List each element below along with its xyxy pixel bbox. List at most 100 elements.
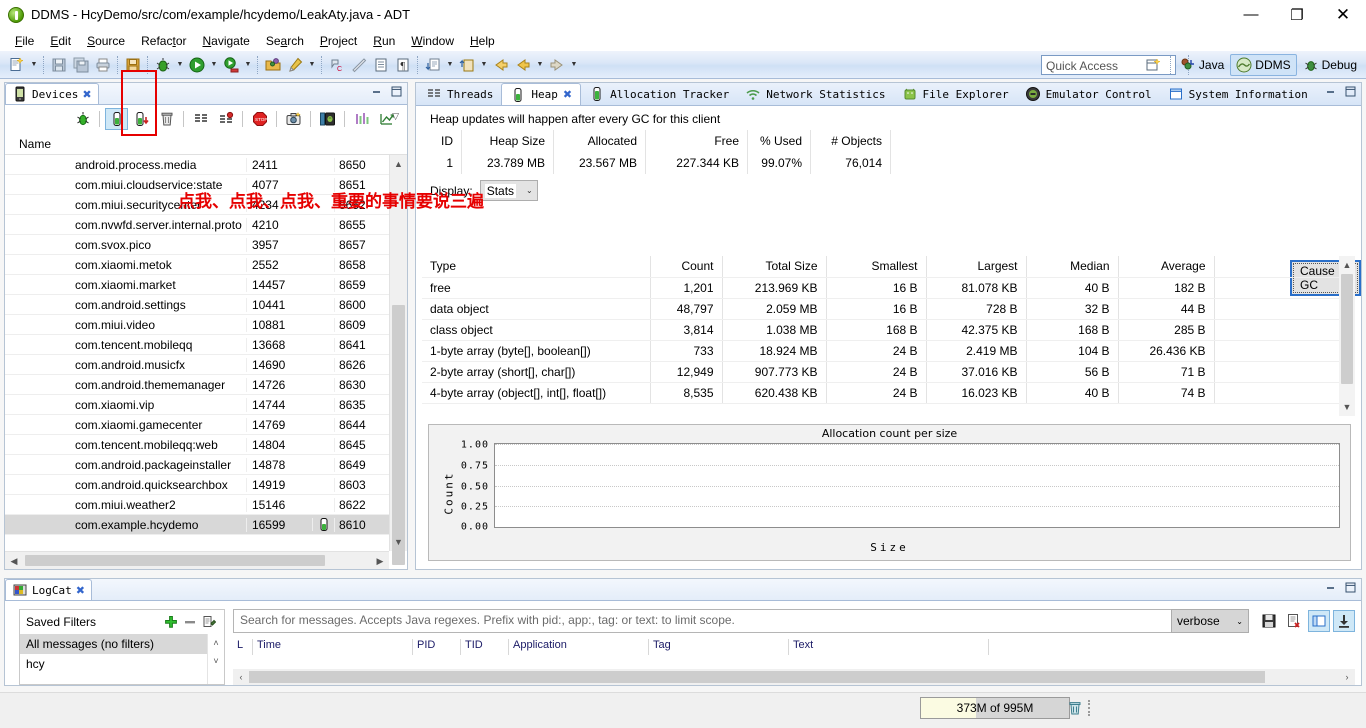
scroll-up-arrow-icon[interactable]: ˄ [208,634,224,652]
pencil-icon[interactable] [284,54,306,76]
dump-view-hierarchy-icon[interactable] [316,108,339,130]
tab-logcat[interactable]: LogCat ✖ [5,579,92,600]
toggle-comment-icon[interactable]: C [326,54,348,76]
run-external-tools-icon[interactable] [220,54,242,76]
tab-heap[interactable]: Heap ✖ [501,83,582,105]
display-view-icon[interactable] [1308,610,1330,632]
list-item[interactable]: All messages (no filters) [20,634,224,654]
save-icon[interactable] [48,54,70,76]
scrollbar-thumb[interactable] [25,555,325,566]
table-row[interactable]: data object 48,797 2.059 MB 16 B 728 B 32 B 44… [422,298,1355,320]
run-icon[interactable] [186,54,208,76]
menu-navigate[interactable]: Navigate [194,33,257,49]
remove-filter-icon[interactable] [180,613,199,631]
tab-logcat-close-icon[interactable]: ✖ [76,584,85,597]
table-row[interactable]: com.example.hcydemo 16599 8610 [5,515,389,535]
run-external-dropdown-icon[interactable]: ▼ [242,54,254,76]
last-edit-icon[interactable] [512,54,534,76]
table-row[interactable]: com.android.settings 10441 8600 [5,295,389,315]
close-button[interactable]: ✕ [1320,0,1366,30]
stats-vertical-scrollbar[interactable]: ▲ ▼ [1339,256,1355,416]
scrollbar-thumb[interactable] [392,305,405,565]
tab-devices[interactable]: Devices ✖ [5,83,99,104]
edit-filter-icon[interactable] [199,613,218,631]
tab-heap-close-icon[interactable]: ✖ [563,88,572,101]
maximize-view-icon[interactable] [1344,581,1357,597]
logcat-horizontal-scrollbar[interactable]: ‹ › [233,669,1355,685]
display-select[interactable]: Stats ⌄ [479,180,538,201]
clear-heap-icon[interactable] [1064,697,1086,719]
tab-emulator-control[interactable]: Emulator Control [1017,83,1160,105]
next-annotation-icon[interactable] [422,54,444,76]
dump-hprof-icon[interactable] [130,108,153,130]
debug-dropdown-icon[interactable]: ▼ [174,54,186,76]
table-row[interactable]: 1-byte array (byte[], boolean[]) 733 18.92… [422,340,1355,362]
table-row[interactable]: com.tencent.mobileqq 13668 8641 [5,335,389,355]
table-row[interactable]: com.android.thememanager 14726 8630 [5,375,389,395]
menu-edit[interactable]: Edit [42,33,79,49]
menu-help[interactable]: Help [462,33,503,49]
scroll-up-arrow-icon[interactable]: ▲ [390,155,407,173]
scroll-left-arrow-icon[interactable]: ‹ [233,669,249,685]
update-heap-icon[interactable] [105,108,128,130]
ruler-icon[interactable] [348,54,370,76]
table-row[interactable]: com.xiaomi.metok 2552 8658 [5,255,389,275]
outline-icon[interactable] [370,54,392,76]
menu-source[interactable]: Source [79,33,133,49]
column-header-time[interactable]: Time [253,639,413,655]
view-menu-icon[interactable]: ▽ [392,111,399,122]
table-row[interactable]: com.miui.video 10881 8609 [5,315,389,335]
column-header-level[interactable]: L [233,639,253,655]
debug-icon[interactable] [152,54,174,76]
heap-status-indicator[interactable]: 373M of 995M [920,697,1070,719]
devices-row-list[interactable]: android.process.media 2411 8650 com.miui.cl… [5,155,389,551]
start-method-profiling-icon[interactable] [214,108,237,130]
capture-opengl-trace-icon[interactable] [350,108,373,130]
scroll-lock-icon[interactable] [1333,610,1355,632]
debug-process-icon[interactable] [71,108,94,130]
maximize-view-icon[interactable] [390,85,403,101]
run-dropdown-icon[interactable]: ▼ [208,54,220,76]
table-row[interactable]: com.android.musicfx 14690 8626 [5,355,389,375]
back-icon[interactable] [490,54,512,76]
column-header-tag[interactable]: Tag [649,639,789,655]
column-header-application[interactable]: Application [509,639,649,655]
menu-run[interactable]: Run [365,33,403,49]
maximize-view-icon[interactable] [1344,85,1357,101]
tab-system-information[interactable]: System Information [1160,83,1316,105]
back-dropdown-icon[interactable]: ▼ [534,54,546,76]
save-all-icon[interactable] [70,54,92,76]
screen-capture-icon[interactable] [282,108,305,130]
forward-icon[interactable] [546,54,568,76]
paragraph-icon[interactable]: ¶ [392,54,414,76]
previous-annotation-dropdown-icon[interactable]: ▼ [478,54,490,76]
column-header-tid[interactable]: TID [461,639,509,655]
perspective-ddms[interactable]: DDMS [1230,54,1297,76]
filters-scrollbar[interactable]: ˄ ˅ [207,634,224,684]
perspective-debug[interactable]: Debug [1298,54,1362,76]
tab-file-explorer[interactable]: File Explorer [894,83,1017,105]
open-perspective-icon[interactable] [1140,54,1166,76]
perspective-java[interactable]: Java [1175,54,1229,76]
column-header-median[interactable]: Median [1026,256,1119,278]
menu-window[interactable]: Window [403,33,462,49]
tab-devices-close-icon[interactable]: ✖ [82,88,91,101]
minimize-view-icon[interactable] [1324,85,1337,101]
column-header-count[interactable]: Count [650,256,723,278]
clear-log-icon[interactable] [1283,610,1305,632]
stop-process-icon[interactable]: STOP [248,108,271,130]
column-header-smallest[interactable]: Smallest [826,256,927,278]
table-row[interactable]: com.svox.pico 3957 8657 [5,235,389,255]
table-row[interactable]: com.android.packageinstaller 14878 8649 [5,455,389,475]
menu-search[interactable]: Search [258,33,312,49]
scroll-right-arrow-icon[interactable]: › [1339,669,1355,685]
table-row[interactable]: class object 3,814 1.038 MB 168 B 42.375 KB 1… [422,319,1355,341]
column-header-average[interactable]: Average [1118,256,1215,278]
column-header-pid[interactable]: PID [413,639,461,655]
list-item[interactable]: hcy [20,654,224,674]
pencil-dropdown-icon[interactable]: ▼ [306,54,318,76]
add-filter-icon[interactable] [161,613,180,631]
column-header-text[interactable]: Text [789,639,989,655]
scrollbar-thumb[interactable] [249,671,1265,683]
previous-annotation-icon[interactable] [456,54,478,76]
